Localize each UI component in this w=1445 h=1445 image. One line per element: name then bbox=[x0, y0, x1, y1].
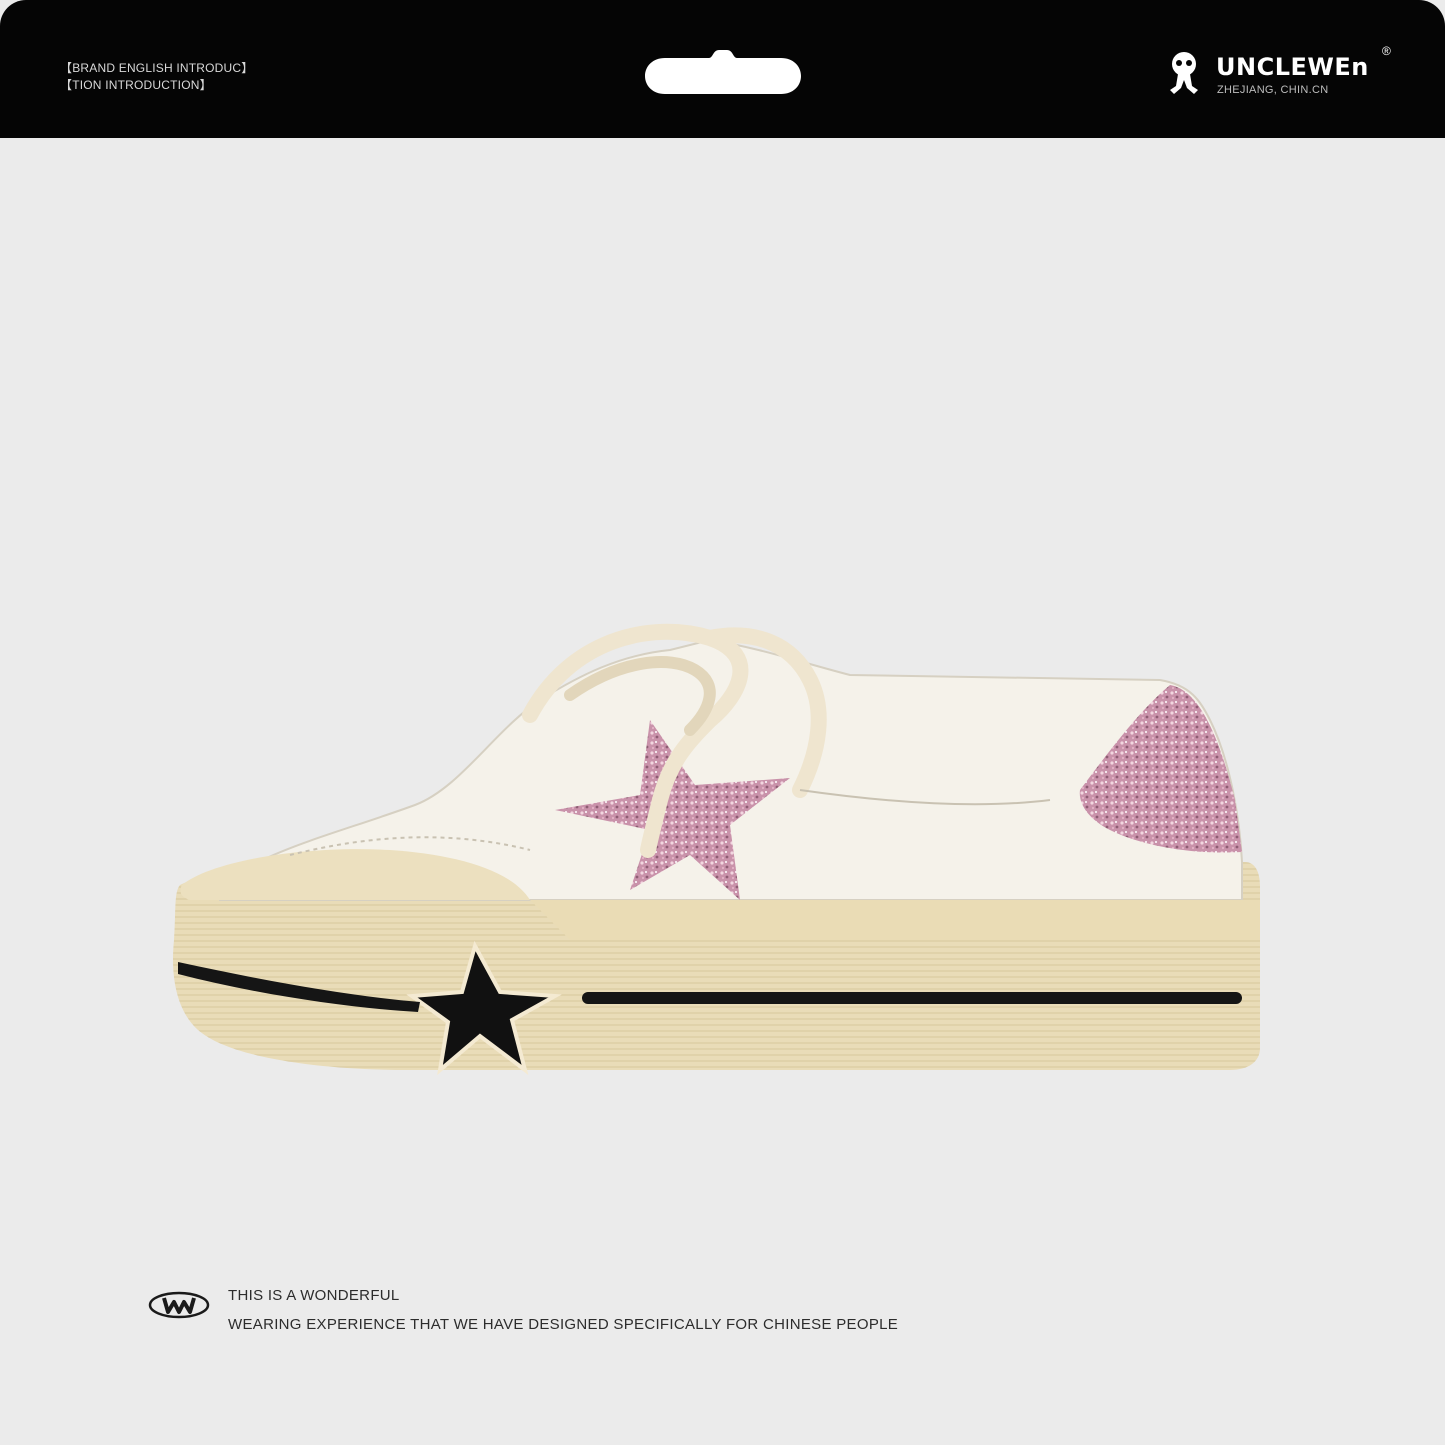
hang-hole-icon bbox=[645, 50, 801, 94]
header-band: 【BRAND ENGLISH INTRODUC】 【TION INTRODUCT… bbox=[0, 0, 1445, 138]
brand-block: UNCLEWEn ® ZHEJIANG, CHIN.CN bbox=[1166, 44, 1396, 102]
brand-mascot-icon bbox=[1170, 52, 1198, 94]
footer-tagline: THIS IS A WONDERFUL WEARING EXPERIENCE T… bbox=[228, 1281, 898, 1339]
sneaker-product-image bbox=[173, 623, 1260, 1076]
brand-location: ZHEJIANG, CHIN.CN bbox=[1217, 84, 1329, 96]
brand-name: UNCLEWEn bbox=[1216, 53, 1369, 81]
w-emblem-icon bbox=[148, 1291, 210, 1319]
product-page: 【BRAND ENGLISH INTRODUC】 【TION INTRODUCT… bbox=[0, 0, 1445, 1445]
footer-line-2: WEARING EXPERIENCE THAT WE HAVE DESIGNED… bbox=[228, 1316, 899, 1333]
intro-line-1: 【BRAND ENGLISH INTRODUC】 bbox=[60, 61, 254, 75]
intro-line-2: 【TION INTRODUCTION】 bbox=[60, 78, 212, 92]
brand-introduction: 【BRAND ENGLISH INTRODUC】 【TION INTRODUCT… bbox=[60, 60, 253, 94]
footer-line-1: THIS IS A WONDERFUL bbox=[228, 1287, 400, 1304]
registered-mark: ® bbox=[1382, 44, 1391, 58]
